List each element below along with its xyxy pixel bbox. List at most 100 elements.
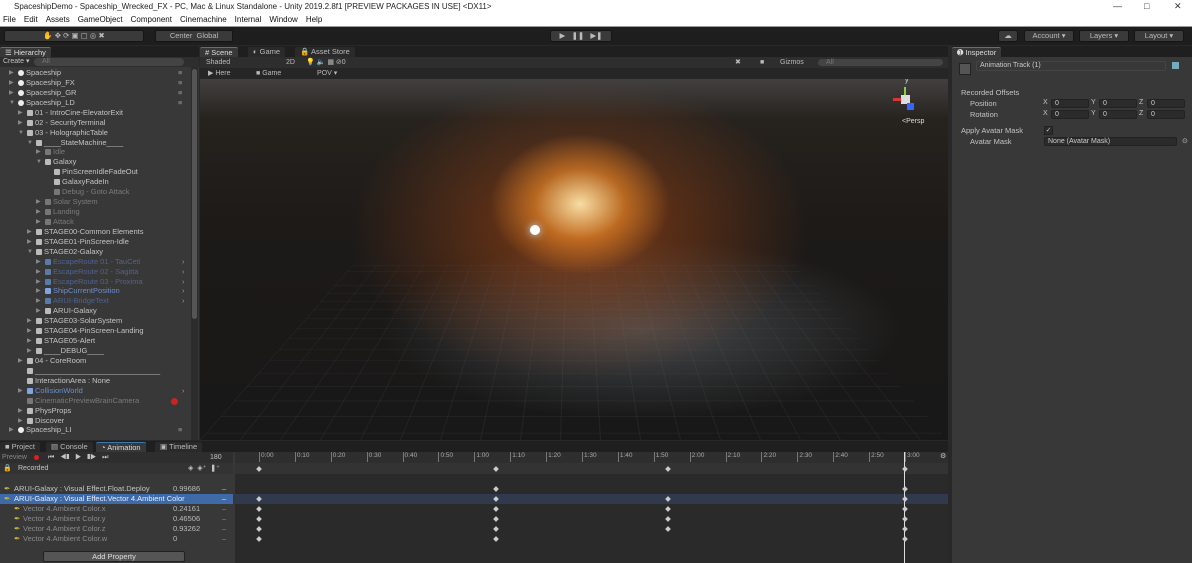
tab-animation[interactable]: ◔ Animation: [96, 442, 146, 452]
menu-cinemachine[interactable]: Cinemachine: [180, 13, 227, 26]
hierarchy-item[interactable]: ▼ ____StateMachine____: [0, 138, 190, 148]
hierarchy-item[interactable]: ▼ Galaxy: [0, 157, 190, 167]
animated-property[interactable]: ✒ Vector 4.Ambient Color.y 0.46506 –: [0, 514, 233, 524]
hierarchy-item[interactable]: ▶ STAGE00-Common Elements: [0, 227, 190, 237]
rotation-x-field[interactable]: 0: [1051, 110, 1089, 119]
keyframe[interactable]: [493, 516, 499, 522]
collapsed-arrow-icon[interactable]: ▶: [36, 277, 41, 287]
hierarchy-item[interactable]: Debug - Goto Attack: [0, 187, 190, 197]
avatar-mask-field[interactable]: None (Avatar Mask): [1044, 137, 1177, 146]
hierarchy-item[interactable]: ▶ ARUI-BridgeText ›: [0, 296, 190, 306]
remove-property-button[interactable]: –: [222, 514, 226, 524]
record-button[interactable]: [34, 455, 39, 460]
apply-avatar-mask-checkbox[interactable]: ✓: [1044, 126, 1053, 135]
keyframe[interactable]: [256, 526, 262, 532]
lock-icon[interactable]: 🔒: [3, 463, 12, 474]
tab-timeline[interactable]: ▣ Timeline: [155, 442, 203, 452]
shading-dropdown[interactable]: Shaded: [206, 57, 230, 68]
hierarchy-item[interactable]: ▼ STAGE02-Galaxy: [0, 247, 190, 257]
tools-icon[interactable]: ✖: [735, 57, 741, 68]
remove-property-button[interactable]: –: [222, 504, 226, 514]
animated-property[interactable]: ✒ Vector 4.Ambient Color.x 0.24161 –: [0, 504, 233, 514]
keyframe[interactable]: [665, 506, 671, 512]
layout-dropdown[interactable]: Layout ▾: [1134, 30, 1184, 42]
collapsed-arrow-icon[interactable]: ▶: [27, 336, 32, 346]
hierarchy-item[interactable]: ▶ STAGE01-PinScreen-Idle: [0, 237, 190, 247]
rotation-y-field[interactable]: 0: [1099, 110, 1137, 119]
hierarchy-item[interactable]: ▶ ____DEBUG____: [0, 346, 190, 356]
prefab-open-icon[interactable]: ›: [182, 296, 185, 306]
prefab-open-icon[interactable]: ›: [182, 277, 185, 287]
hierarchy-item[interactable]: ▶ CollisionWorld ›: [0, 386, 190, 396]
hierarchy-item[interactable]: ▶ Spaceship ≡: [0, 68, 190, 78]
hierarchy-item[interactable]: ▶ 01 - IntroCine-ElevatorExit: [0, 108, 190, 118]
collapsed-arrow-icon[interactable]: ▶: [18, 406, 23, 416]
tab-scene[interactable]: # Scene: [200, 47, 238, 57]
hierarchy-search[interactable]: All: [34, 58, 184, 66]
hierarchy-item[interactable]: ▼ Spaceship_LD ≡: [0, 98, 190, 108]
dopesheet[interactable]: 0:00 0:10 0:20 0:30 0:40 0:50 1:00 1:10 1:20 1:30…: [235, 452, 948, 563]
keyframe[interactable]: [256, 516, 262, 522]
rotation-z-field[interactable]: 0: [1147, 110, 1185, 119]
create-dropdown[interactable]: Create: [3, 58, 24, 65]
tab-hierarchy[interactable]: ☰ Hierarchy: [0, 47, 51, 57]
keyframe[interactable]: [493, 526, 499, 532]
play-controls[interactable]: ▶ ❚❚ ▶❚: [550, 30, 612, 42]
hierarchy-item[interactable]: ▶ EscapeRoute 03 - Proxima ›: [0, 277, 190, 287]
tab-inspector[interactable]: ➊ Inspector: [952, 47, 1002, 57]
gizmos-dropdown[interactable]: Gizmos: [780, 57, 804, 68]
menu-window[interactable]: Window: [269, 13, 297, 26]
account-dropdown[interactable]: Account ▾: [1024, 30, 1074, 42]
menu-help[interactable]: Help: [306, 13, 322, 26]
hierarchy-item[interactable]: ▶ Spaceship_FX ≡: [0, 78, 190, 88]
pivot-toggle[interactable]: Center Global: [155, 30, 233, 42]
collapsed-arrow-icon[interactable]: ▶: [27, 326, 32, 336]
collapsed-arrow-icon[interactable]: ▶: [27, 237, 32, 247]
collapsed-arrow-icon[interactable]: ▶: [9, 78, 14, 88]
minimize-button[interactable]: —: [1113, 0, 1122, 13]
remove-property-button[interactable]: –: [222, 494, 226, 504]
pov-dropdown[interactable]: POV ▾: [317, 68, 337, 79]
object-name-field[interactable]: Animation Track (1): [976, 61, 1166, 71]
maximize-button[interactable]: □: [1144, 0, 1149, 13]
prefab-open-icon[interactable]: ›: [182, 267, 185, 277]
collapsed-arrow-icon[interactable]: ▶: [36, 296, 41, 306]
time-ruler[interactable]: 0:00 0:10 0:20 0:30 0:40 0:50 1:00 1:10 1:20 1:30…: [235, 452, 948, 463]
hierarchy-item[interactable]: ▶ Landing: [0, 207, 190, 217]
hierarchy-item[interactable]: ▶ 04 - CoreRoom: [0, 356, 190, 366]
collapsed-arrow-icon[interactable]: ▶: [9, 88, 14, 98]
remove-property-button[interactable]: –: [222, 534, 226, 544]
hierarchy-item[interactable]: ▶ STAGE04-PinScreen-Landing: [0, 326, 190, 336]
help-icon[interactable]: [1172, 62, 1179, 69]
hierarchy-item[interactable]: ▶ ShipCurrentPosition ›: [0, 286, 190, 296]
expanded-arrow-icon[interactable]: ▼: [27, 247, 33, 257]
hierarchy-item[interactable]: ______________________________: [0, 366, 190, 376]
prefab-open-icon[interactable]: ›: [182, 386, 185, 396]
hierarchy-item[interactable]: ▼ 03 - HolographicTable: [0, 128, 190, 138]
collapsed-arrow-icon[interactable]: ▶: [36, 257, 41, 267]
preview-toggle[interactable]: Preview: [2, 452, 27, 463]
menu-gameobject[interactable]: GameObject: [78, 13, 123, 26]
animated-property[interactable]: ✒ Vector 4.Ambient Color.z 0.93262 –: [0, 524, 233, 534]
options-menu-icon[interactable]: ≡: [178, 88, 182, 98]
playback-controls[interactable]: ⏮ ◀❚ ▶ ❚▶ ⏭: [48, 452, 108, 463]
collapsed-arrow-icon[interactable]: ▶: [18, 108, 23, 118]
hierarchy-scrollbar[interactable]: [191, 67, 198, 440]
keyframe[interactable]: [493, 536, 499, 542]
hierarchy-item[interactable]: ▶ STAGE03-SolarSystem: [0, 316, 190, 326]
remove-property-button[interactable]: –: [222, 484, 226, 494]
expanded-arrow-icon[interactable]: ▼: [27, 138, 33, 148]
close-button[interactable]: ✕: [1174, 0, 1182, 13]
add-property-button[interactable]: Add Property: [43, 551, 185, 562]
2d-toggle[interactable]: 2D: [286, 57, 295, 68]
collapsed-arrow-icon[interactable]: ▶: [27, 346, 32, 356]
timeline-settings-icon[interactable]: ⚙: [940, 452, 946, 460]
menu-assets[interactable]: Assets: [46, 13, 70, 26]
scene-viewport[interactable]: y <Persp: [200, 79, 948, 440]
frame-field[interactable]: 180: [210, 452, 222, 463]
hierarchy-item[interactable]: ▶ EscapeRoute 01 - TauCeti ›: [0, 257, 190, 267]
object-picker-icon[interactable]: ⊙: [1182, 137, 1188, 145]
collapsed-arrow-icon[interactable]: ▶: [27, 316, 32, 326]
scene-gizmo[interactable]: y <Persp: [890, 79, 930, 127]
property-value[interactable]: 0.99686: [173, 484, 200, 494]
